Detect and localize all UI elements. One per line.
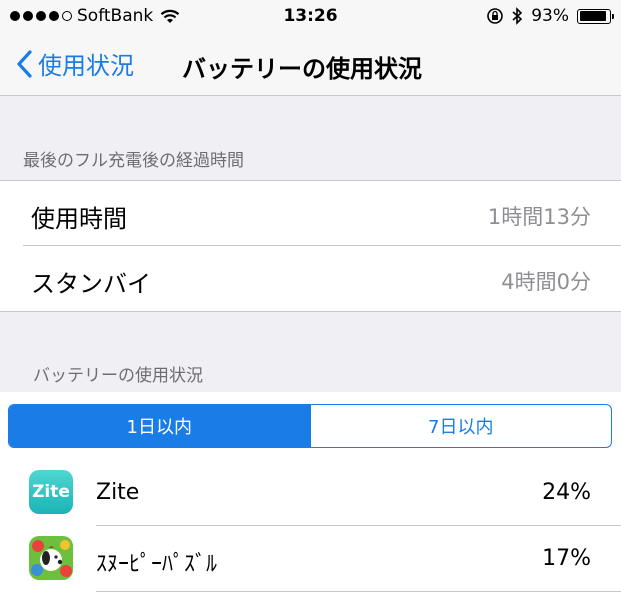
status-bar: SoftBank 13:26 93% xyxy=(0,0,621,36)
usage-time-row: 使用時間 1時間13分 xyxy=(23,181,621,246)
section-header-battery-usage: バッテリーの使用状況 xyxy=(33,366,203,386)
since-charge-group: 使用時間 1時間13分 スタンバイ 4時間0分 xyxy=(0,180,621,312)
app-percent: 24% xyxy=(542,480,591,505)
standby-value: 4時間0分 xyxy=(501,270,591,294)
tab-7-days[interactable]: 7日以内 xyxy=(309,405,612,447)
bluetooth-icon xyxy=(512,7,523,25)
rotation-lock-icon xyxy=(487,8,504,24)
app-percent: 17% xyxy=(542,546,591,571)
section-header-since-charge: 最後のフル充電後の経過時間 xyxy=(23,151,244,171)
app-row-snoopy-puzzle[interactable]: ｽﾇｰﾋﾟｰﾊﾟｽﾞﾙ 17% xyxy=(0,528,621,594)
chevron-left-icon xyxy=(17,49,32,78)
battery-icon xyxy=(577,8,614,24)
battery-percent: 93% xyxy=(531,6,569,26)
app-name: Zite xyxy=(96,480,140,505)
page-title: バッテリーの使用状況 xyxy=(182,55,422,83)
standby-label: スタンバイ xyxy=(31,270,151,298)
row-divider xyxy=(96,591,621,592)
zite-app-icon: Zite xyxy=(29,470,73,514)
period-segmented-control: 1日以内 7日以内 xyxy=(8,404,612,448)
back-button-label: 使用状況 xyxy=(38,52,134,80)
app-name: ｽﾇｰﾋﾟｰﾊﾟｽﾞﾙ xyxy=(96,552,218,577)
snoopy-puzzle-app-icon xyxy=(29,536,73,580)
usage-time-value: 1時間13分 xyxy=(487,205,591,229)
battery-level xyxy=(579,11,607,21)
row-divider xyxy=(96,525,621,526)
usage-time-label: 使用時間 xyxy=(31,205,127,233)
navigation-bar: 使用状況 バッテリーの使用状況 xyxy=(0,36,621,96)
status-right: 93% xyxy=(486,6,614,26)
tab-1-day[interactable]: 1日以内 xyxy=(9,405,310,447)
battery-usage-group: 1日以内 7日以内 Zite Zite 24% ｽﾇｰﾋﾟｰﾊﾟｽﾞﾙ 17% xyxy=(0,392,621,597)
back-button[interactable]: 使用状況 xyxy=(16,46,134,81)
app-row-zite[interactable]: Zite Zite 24% xyxy=(0,462,621,528)
standby-row: スタンバイ 4時間0分 xyxy=(23,246,621,311)
